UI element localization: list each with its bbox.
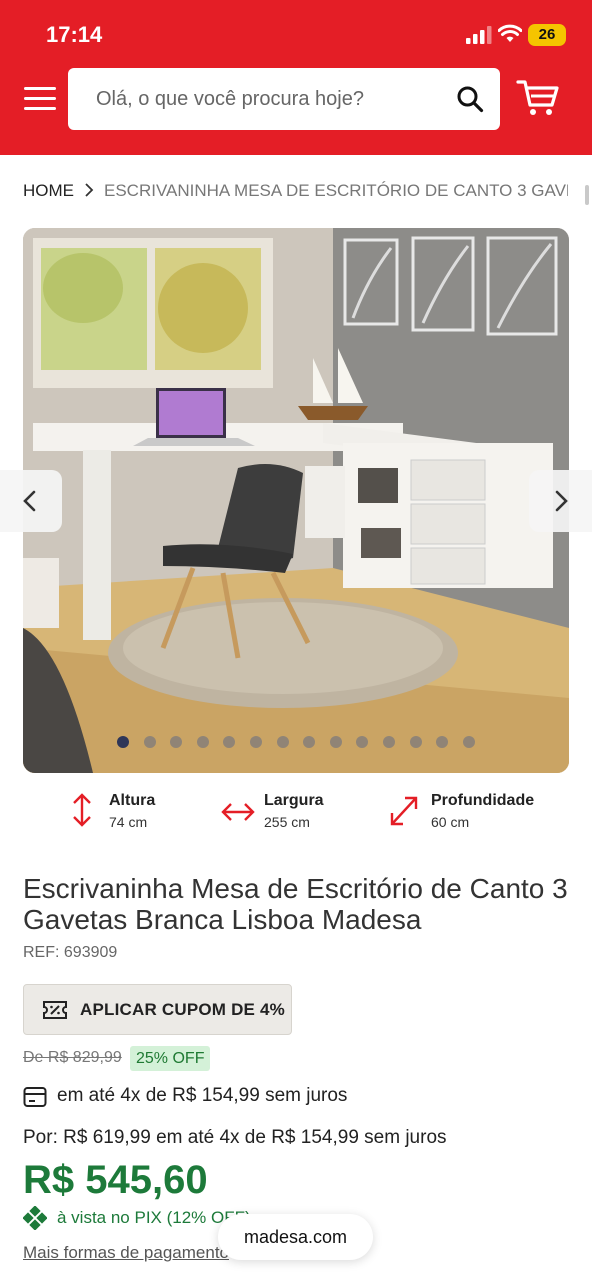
app-header: 17:14 26: [0, 0, 592, 155]
menu-button[interactable]: [22, 84, 58, 112]
gallery-dot[interactable]: [330, 736, 342, 748]
dimension-value: 60 cm: [431, 814, 470, 830]
search-input[interactable]: [68, 68, 448, 130]
gallery-dot[interactable]: [250, 736, 262, 748]
more-payment-options-link[interactable]: Mais formas de pagamento: [23, 1243, 229, 1263]
battery-icon: 26: [528, 24, 566, 46]
pix-icon: [23, 1206, 47, 1230]
gallery-dot[interactable]: [277, 736, 289, 748]
dimension-label: Largura: [264, 792, 324, 809]
gallery-pagination: [117, 736, 477, 748]
gallery-dot[interactable]: [197, 736, 209, 748]
chevron-right-icon: [555, 490, 568, 512]
cart-icon[interactable]: [516, 78, 560, 118]
price-por-text: Por: R$ 619,99 em até 4x de R$ 154,99 se…: [23, 1127, 447, 1148]
dimension-value: 74 cm: [109, 814, 148, 830]
coupon-button-label: APLICAR CUPOM DE 4%: [80, 1000, 285, 1019]
scrollbar[interactable]: [585, 185, 589, 205]
diagonal-arrows-icon: [390, 796, 418, 826]
gallery-dot[interactable]: [117, 736, 129, 748]
dimension-value: 255 cm: [264, 814, 310, 830]
gallery-dot[interactable]: [463, 736, 475, 748]
product-image[interactable]: [23, 228, 569, 773]
apply-coupon-button[interactable]: APLICAR CUPOM DE 4%: [23, 984, 292, 1035]
chevron-right-icon: [85, 183, 94, 197]
dimension-label: Altura: [109, 792, 156, 809]
breadcrumb-home-link[interactable]: HOME: [23, 181, 74, 200]
status-bar: 17:14 26: [0, 0, 592, 60]
breadcrumb-current: ESCRIVANINHA MESA DE ESCRITÓRIO DE CANTO…: [104, 181, 568, 200]
gallery-dot[interactable]: [356, 736, 368, 748]
breadcrumb: HOME ESCRIVANINHA MESA DE ESCRITÓRIO DE C…: [23, 181, 568, 203]
dimension-height: Altura 74 cm: [66, 790, 186, 834]
gallery-dot[interactable]: [383, 736, 395, 748]
dimension-width: Largura 255 cm: [220, 790, 350, 834]
search-icon[interactable]: [456, 85, 484, 113]
gallery-prev-button[interactable]: [0, 470, 62, 532]
chevron-left-icon: [23, 490, 36, 512]
browser-url-pill[interactable]: madesa.com: [218, 1214, 373, 1260]
product-photo: [23, 228, 569, 773]
gallery-dot[interactable]: [170, 736, 182, 748]
wifi-icon: [498, 24, 522, 42]
credit-card-icon: [23, 1087, 47, 1107]
gallery-dot[interactable]: [144, 736, 156, 748]
gallery-dot[interactable]: [436, 736, 448, 748]
product-title: Escrivaninha Mesa de Escritório de Canto…: [23, 873, 568, 935]
hamburger-icon: [24, 87, 56, 90]
gallery-next-button[interactable]: [529, 470, 592, 532]
gallery-dot[interactable]: [223, 736, 235, 748]
cellular-signal-icon: [466, 26, 492, 44]
dimension-label: Profundidade: [431, 792, 535, 809]
vertical-arrows-icon: [73, 793, 91, 827]
coupon-ticket-icon: [43, 1001, 67, 1019]
product-price: R$ 545,60: [23, 1158, 208, 1202]
horizontal-arrows-icon: [221, 803, 255, 821]
installments-text: em até 4x de R$ 154,99 sem juros: [57, 1085, 348, 1106]
old-price: De R$ 829,99: [23, 1049, 122, 1066]
product-ref: REF: 693909: [23, 944, 118, 961]
dimension-depth: Profundidade 60 cm: [388, 790, 548, 834]
gallery-dot[interactable]: [410, 736, 422, 748]
search-box: [68, 68, 500, 130]
discount-badge: 25% OFF: [130, 1046, 211, 1071]
gallery-dot[interactable]: [303, 736, 315, 748]
status-time: 17:14: [46, 22, 103, 47]
